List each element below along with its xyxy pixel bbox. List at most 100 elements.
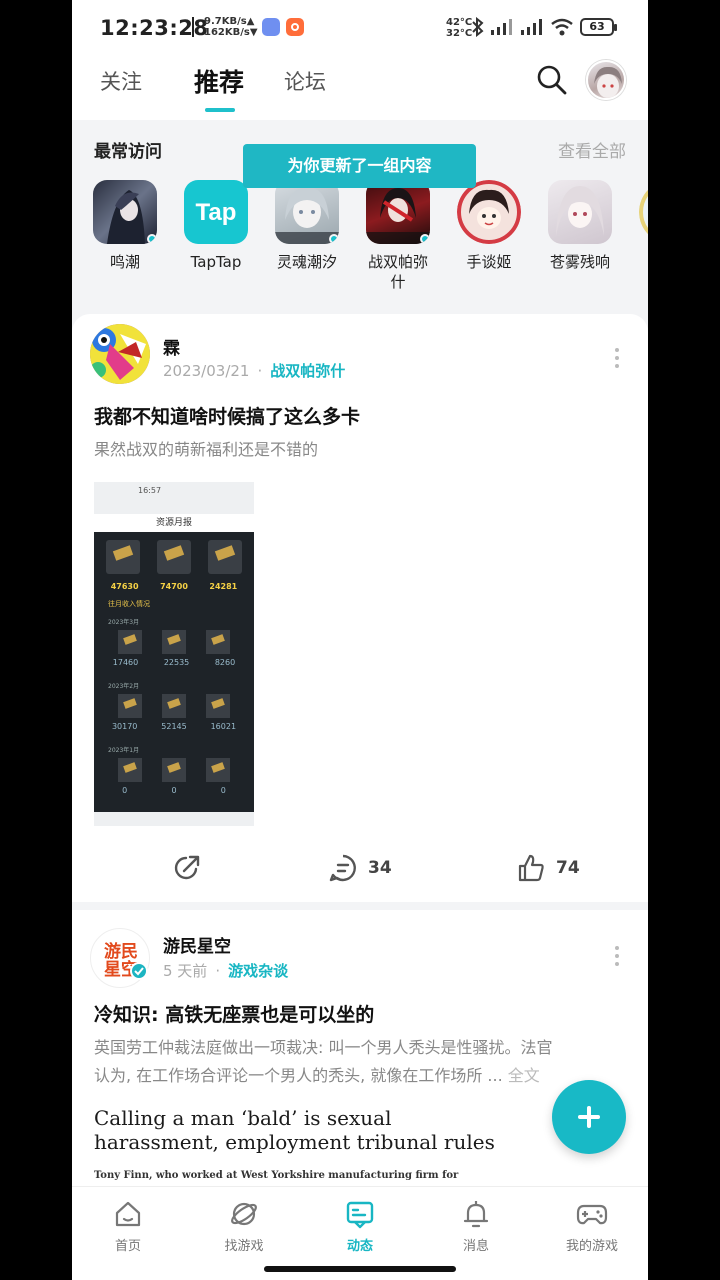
author-name[interactable]: 游民星空 [163, 932, 231, 957]
tab-my-games[interactable]: 我的游戏 [544, 1199, 640, 1254]
update-dot [420, 234, 430, 244]
image-headline-line: harassment, employment tribunal rules [94, 1130, 495, 1154]
update-dot [329, 234, 339, 244]
value: 47630 [110, 582, 139, 591]
resource-tile [118, 694, 142, 718]
tab-home[interactable]: 首页 [80, 1199, 176, 1254]
image-headline-line: Calling a man ‘bald’ is sexual [94, 1106, 392, 1130]
tab-find-games[interactable]: 找游戏 [196, 1199, 292, 1254]
month-label: 2023年1月 [108, 747, 140, 754]
post-card[interactable]: 游民 星空 游民星空 5 天前 · 游戏杂谈 冷知识: 高铁无座票也是可以坐的 英国劳… [72, 910, 648, 1210]
forum-link[interactable]: 战双帕弥什 [270, 362, 345, 380]
game-item-wuthering-waves[interactable]: 鸣潮 [83, 180, 167, 272]
post-date: 5 天前 [163, 962, 208, 980]
resource-tile [118, 630, 142, 654]
svg-text:Tap: Tap [196, 199, 237, 226]
month-label: 2023年3月 [108, 619, 140, 626]
tab-recommend[interactable]: 推荐 [194, 63, 244, 99]
net-up: 9.7KB/s▲ [204, 16, 255, 27]
comment-button[interactable]: 34 [328, 850, 392, 886]
image-status-bar: 16:57 [94, 482, 254, 514]
game-icon [457, 180, 521, 244]
value: 8260 [214, 658, 236, 667]
tab-label: 首页 [114, 1239, 141, 1254]
tab-label: 消息 [462, 1239, 489, 1254]
resource-tile [162, 694, 186, 718]
more-options-icon[interactable] [614, 946, 620, 966]
game-item-punishing-gray-raven[interactable]: 战双帕弥 什 [356, 180, 440, 292]
full-text-link[interactable]: 全文 [508, 1066, 540, 1085]
network-speed: 9.7KB/s▲ 162KB/s▼ [204, 16, 258, 38]
month-label: 2023年2月 [108, 683, 140, 690]
share-button[interactable] [172, 850, 202, 886]
post-title[interactable]: 冷知识: 高铁无座票也是可以坐的 [94, 1000, 374, 1027]
author-avatar[interactable] [90, 324, 150, 384]
tab-forum[interactable]: 论坛 [284, 66, 326, 96]
resource-tile [106, 540, 141, 574]
update-toast: 为你更新了一组内容 [243, 144, 476, 188]
status-right: 63 [472, 14, 617, 40]
add-post-button[interactable] [552, 1080, 626, 1154]
article-image-headline[interactable]: Calling a man ‘bald’ is sexual harassmen… [94, 1106, 495, 1154]
game-item-taptap[interactable]: Tap TapTap [174, 180, 258, 272]
like-button[interactable]: 74 [516, 850, 580, 886]
post-title[interactable]: 我都不知道啥时候搞了这么多卡 [94, 402, 360, 429]
tab-label: 我的游戏 [565, 1239, 618, 1254]
value: 24281 [209, 582, 238, 591]
game-name: 灵魂潮汐 [276, 253, 337, 271]
resource-tile [162, 630, 186, 654]
svg-text:游民: 游民 [104, 941, 138, 962]
game-item-cangwu[interactable]: 苍雾残响 [538, 180, 622, 272]
game-name: 手谈姬 [466, 253, 512, 271]
tab-label: 动态 [346, 1239, 373, 1254]
game-item-shoutanji[interactable]: 手谈姬 [447, 180, 531, 272]
post-excerpt[interactable]: 英国劳工仲裁法庭做出一项裁决: 叫一个男人秃头是性骚扰。法官 认为, 在工作场合… [94, 1034, 634, 1090]
forum-link[interactable]: 游戏杂谈 [228, 962, 288, 980]
top-nav: 关注 推荐 论坛 [72, 56, 648, 120]
comment-count: 34 [368, 858, 392, 878]
tab-messages[interactable]: 消息 [428, 1199, 524, 1254]
app-screen: 12:23:28 9.7KB/s▲ 162KB/s▼ 42°C 32°C 63 … [72, 0, 648, 1280]
post-meta: 5 天前 · 游戏杂谈 [163, 960, 288, 981]
post-image[interactable]: 16:57 资源月报 47630 74700 24281 往月收入情况 2023… [94, 482, 254, 826]
article-image-byline: Tony Finn, who worked at West Yorkshire … [94, 1170, 459, 1181]
like-count: 74 [556, 858, 580, 878]
battery-indicator: 63 [580, 18, 617, 36]
home-icon [115, 1201, 141, 1227]
comment-icon [329, 854, 356, 882]
home-indicator [264, 1266, 456, 1272]
temp-top: 42°C [446, 17, 473, 28]
game-item-partial[interactable] [629, 180, 648, 244]
status-bar: 12:23:28 9.7KB/s▲ 162KB/s▼ 42°C 32°C 63 [72, 0, 648, 56]
tab-feed[interactable]: 动态 [312, 1199, 408, 1254]
author-name[interactable]: 霖 [163, 334, 180, 359]
value: 0 [220, 786, 226, 795]
image-section-label: 往月收入情况 [108, 600, 150, 608]
post-excerpt[interactable]: 果然战双的萌新福利还是不错的 [94, 436, 318, 464]
image-nav-bar [94, 812, 254, 826]
taptap-logo-icon: Tap [184, 180, 248, 244]
temp-bottom: 32°C [446, 28, 473, 39]
excerpt-line: 认为, 在工作场合评论一个男人的秃头, 就像在工作场所 ... [94, 1066, 503, 1085]
search-icon[interactable] [536, 64, 568, 96]
game-icon [639, 180, 648, 244]
game-name: 战双帕弥 什 [367, 253, 428, 291]
notification-app-icon [262, 18, 280, 36]
avatar-image [594, 66, 622, 98]
resource-tile [162, 758, 186, 782]
value: 16021 [210, 722, 237, 731]
game-icon [275, 180, 339, 244]
user-avatar[interactable] [586, 60, 626, 100]
post-card[interactable]: 霖 2023/03/21 · 战双帕弥什 我都不知道啥时候搞了这么多卡 果然战双的萌… [72, 314, 648, 902]
month-tiles [94, 754, 254, 786]
view-all-link[interactable]: 查看全部 [558, 137, 626, 162]
temperature: 42°C 32°C [446, 17, 472, 39]
game-item-soul-tide[interactable]: 灵魂潮汐 [265, 180, 349, 272]
more-options-icon[interactable] [614, 348, 620, 368]
image-top-values: 47630 74700 24281 [94, 582, 254, 591]
update-dot [147, 234, 157, 244]
tab-follow[interactable]: 关注 [100, 66, 142, 96]
verified-badge-icon [130, 962, 148, 980]
value: 0 [171, 786, 177, 795]
meta-separator: · [257, 362, 263, 380]
